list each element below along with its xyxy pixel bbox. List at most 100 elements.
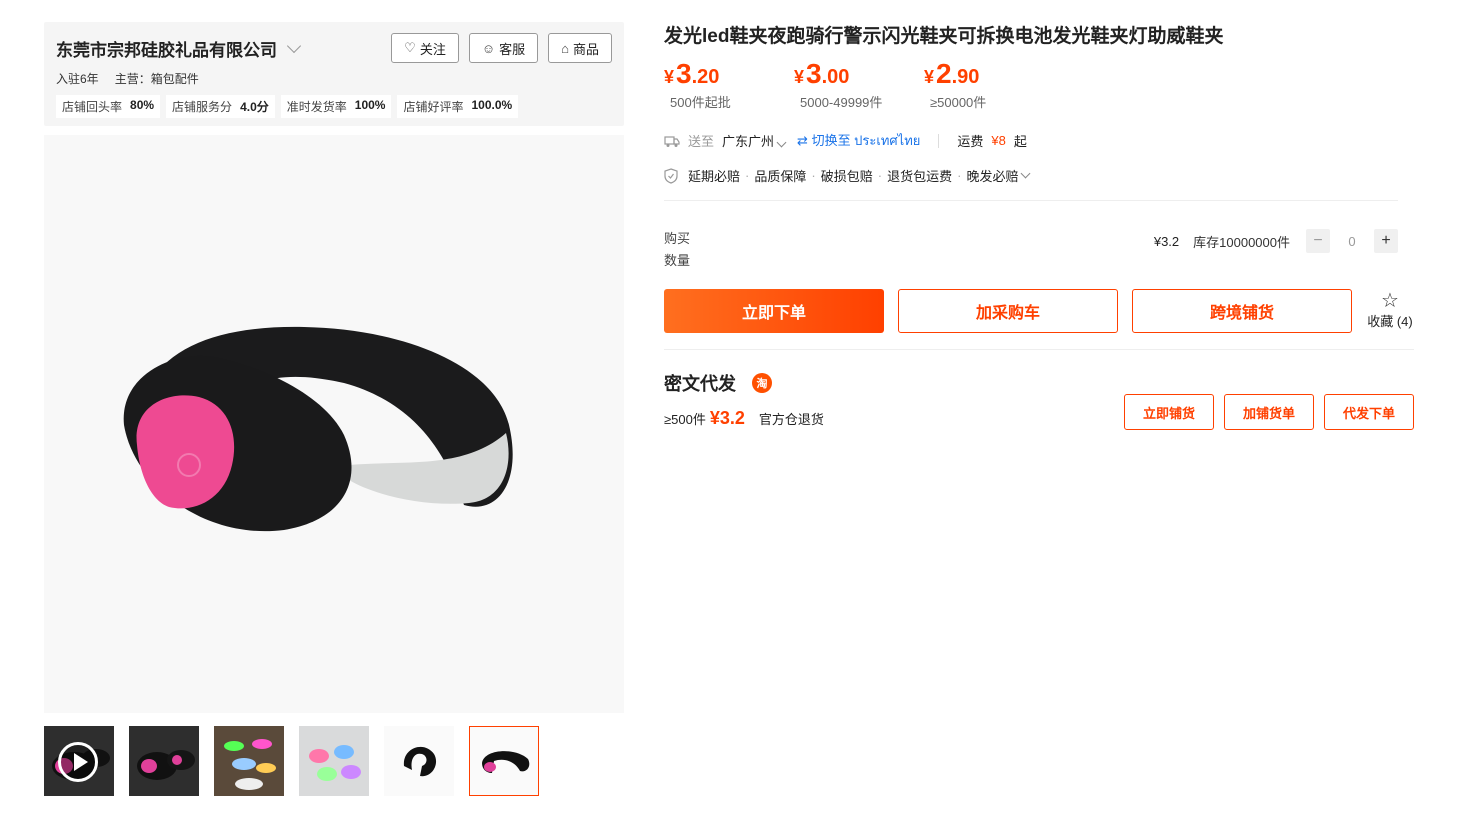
thumb-image [224,739,276,790]
shop-meta: 入驻6年 主营：箱包配件 [56,70,199,87]
shop-name-text[interactable]: 东莞市宗邦硅胶礼品有限公司 [56,36,277,61]
dropship-title-text: 密文代发 [664,374,736,394]
products-label: 商品 [572,41,599,57]
main-product-image[interactable] [44,135,624,713]
add-list-button[interactable]: 加铺货单 [1224,394,1314,430]
cross-border-button[interactable]: 跨境铺货 [1132,289,1352,333]
shop-name[interactable]: 东莞市宗邦硅胶礼品有限公司 [56,36,302,61]
dropship-actions: 立即铺货 加铺货单 代发下单 [1124,394,1414,430]
price-dec: .90 [951,66,980,88]
customer-service-button[interactable]: ☺ 客服 [468,33,539,63]
thumbnail-image[interactable] [384,726,454,796]
dropship-title: 密文代发 淘 [664,370,772,396]
favorite-label[interactable]: 收藏 (4) [1366,311,1414,330]
price-value: ¥3.20 [664,58,772,90]
quantity-input[interactable] [1330,233,1374,249]
shop-years: 入驻6年 [56,72,99,86]
dropship-info: ≥500件 ¥3.2 官方仓退货 [664,408,824,429]
taobao-badge-icon: 淘 [752,373,772,393]
stat-item: 准时发货率 100% [280,95,392,118]
price-currency: ¥ [794,67,805,87]
price-int: 2 [936,58,952,89]
thumb-image [137,750,195,780]
price-value: ¥3.00 [794,58,902,90]
price-int: 3 [676,58,692,89]
stat-label: 店铺好评率 [403,100,464,114]
shop-stats: 店铺回头率 80% 店铺服务分 4.0分 准时发货率 100% 店铺好评率 100.0% [56,95,519,118]
stat-value: 100.0% [471,98,513,112]
dropship-order-button[interactable]: 代发下单 [1324,394,1414,430]
store-icon: ⌂ [561,40,569,56]
thumb-image [309,745,361,781]
thumbnail-image[interactable] [214,726,284,796]
price-currency: ¥ [924,67,935,87]
separator-dot: · [957,168,962,183]
location-selector[interactable]: 广东广州 [722,131,789,150]
shipping-row: 送至 广东广州 ⇄ 切换至 ประเทศไทย 运费 ¥8 起 [664,130,1027,151]
follow-button[interactable]: ♡ 关注 [391,33,459,63]
thumbnail-image[interactable] [129,726,199,796]
price-tiers: ¥3.20 500件起批 ¥3.00 5000-49999件 ¥2.90 ≥50… [664,58,1054,111]
follow-label: 关注 [419,41,446,57]
price-value: ¥2.90 [924,58,1032,90]
location-text[interactable]: 广东广州 [722,134,774,149]
play-icon[interactable] [58,742,98,782]
stat-item: 店铺服务分 4.0分 [166,95,275,118]
divider [664,349,1414,350]
dropship-min-qty: ≥500件 [664,412,706,427]
guarantee-item: 品质保障 [754,169,807,184]
products-button[interactable]: ⌂ 商品 [548,33,612,63]
price-dec: .20 [691,66,720,88]
thumbnail-strip [44,726,539,796]
thumb-image [403,746,437,777]
guarantee-item: 晚发必赔 [966,169,1019,184]
price-dec: .00 [821,66,850,88]
order-now-button[interactable]: 立即下单 [664,289,884,333]
star-icon[interactable]: ☆ [1366,291,1414,311]
action-buttons: 立即下单 加采购车 跨境铺货 [664,289,1352,333]
guarantee-item: 破损包赔 [820,169,873,184]
add-to-cart-button[interactable]: 加采购车 [898,289,1118,333]
quantity-label: 购买数量 [664,231,691,268]
favorite-button[interactable]: ☆ 收藏 (4) [1366,291,1414,330]
chevron-down-icon[interactable] [776,137,787,148]
price-condition: 500件起批 [670,95,731,110]
stat-label: 准时发货率 [286,100,347,114]
stat-value: 100% [354,98,386,112]
swap-arrows-icon: ⇄ [797,133,808,148]
shop-main-business: 主营：箱包配件 [114,72,199,86]
stat-item: 店铺好评率 100.0% [397,95,519,118]
chevron-down-icon[interactable] [1021,168,1031,179]
dropship-price: ¥3.2 [709,408,745,428]
thumbnail-video[interactable] [44,726,114,796]
price-tier: ¥2.90 ≥50000件 [924,58,1032,111]
stat-label: 店铺回头率 [62,100,123,114]
shipping-fee-suffix: 起 [1013,134,1027,149]
price-tier: ¥3.00 5000-49999件 [794,58,902,111]
service-label: 客服 [499,41,526,57]
increase-button[interactable]: + [1374,229,1398,253]
price-condition: ≥50000件 [930,95,987,110]
divider [938,133,940,148]
stock-count: 库存10000000件 [1193,234,1290,250]
product-title: 发光led鞋夹夜跑骑行警示闪光鞋夹可拆换电池发光鞋夹灯助威鞋夹 [664,26,1224,47]
separator-dot: · [745,168,750,183]
thumbnail-image-selected[interactable] [469,726,539,796]
truck-icon [664,135,680,147]
chevron-down-icon[interactable] [286,38,302,54]
price-currency: ¥ [664,67,675,87]
switch-region-link[interactable]: ⇄ 切换至 ประเทศไทย [797,130,920,151]
shield-icon [664,167,678,184]
dropship-note: 官方仓退货 [758,412,824,427]
stat-value: 80% [130,98,155,112]
separator-dot: · [811,168,816,183]
shipping-fee-label: 运费 [957,134,984,149]
price-condition: 5000-49999件 [800,95,883,110]
separator-dot: · [877,168,883,183]
divider [664,200,1398,201]
list-now-button[interactable]: 立即铺货 [1124,394,1214,430]
thumbnail-image[interactable] [299,726,369,796]
guarantees-row[interactable]: 延期必赔 · 品质保障 · 破损包赔 · 退货包运费 · 晚发必赔 [664,166,1033,185]
switch-region-text[interactable]: 切换至 ประเทศไทย [812,133,921,148]
decrease-button[interactable]: − [1306,229,1330,253]
